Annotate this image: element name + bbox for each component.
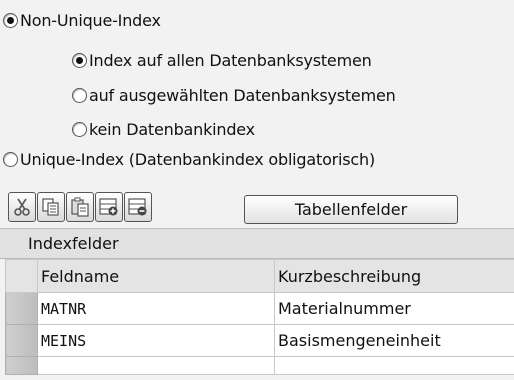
field-name-cell[interactable] [37, 356, 275, 375]
radio-button[interactable] [72, 87, 87, 103]
radio-index-all-db[interactable]: Index auf allen Datenbanksystemen [72, 48, 372, 72]
table-header-row: Feldname Kurzbeschreibung [5, 259, 514, 293]
delete-row-button[interactable] [124, 192, 152, 222]
insert-row-icon [99, 198, 118, 216]
radio-index-selected-db[interactable]: auf ausgewählten Datenbanksystemen [72, 83, 396, 107]
description-cell: Materialnummer [274, 292, 514, 325]
index-fields-table: Feldname Kurzbeschreibung MATNR Material… [5, 259, 514, 375]
radio-label: Unique-Index (Datenbankindex obligatoris… [20, 149, 375, 169]
table-row: MATNR Materialnummer [5, 292, 514, 325]
table-fields-button[interactable]: Tabellenfelder [244, 195, 458, 224]
radio-no-db-index[interactable]: kein Datenbankindex [72, 117, 255, 141]
cut-button[interactable] [8, 192, 36, 222]
paste-button[interactable] [66, 192, 94, 222]
radio-button[interactable] [3, 151, 18, 167]
radio-non-unique-index[interactable]: Non-Unique-Index [3, 8, 161, 32]
paste-icon [71, 197, 89, 217]
field-name-cell[interactable]: MATNR [37, 292, 275, 325]
grid-title: Indexfelder [0, 229, 514, 259]
cut-icon [14, 198, 30, 216]
radio-label: auf ausgewählten Datenbanksystemen [89, 85, 396, 105]
radio-label: Non-Unique-Index [20, 10, 161, 30]
table-row [5, 356, 514, 375]
radio-button-selected[interactable] [3, 12, 18, 28]
column-header-kurzbeschreibung[interactable]: Kurzbeschreibung [274, 259, 514, 293]
copy-icon [42, 198, 59, 216]
grid-toolbar [8, 192, 152, 222]
description-cell: Basismengeneinheit [274, 324, 514, 357]
column-header-feldname[interactable]: Feldname [37, 259, 275, 293]
radio-label: Index auf allen Datenbanksystemen [89, 50, 372, 70]
radio-button-selected[interactable] [72, 52, 87, 68]
table-row: MEINS Basismengeneinheit [5, 324, 514, 357]
field-name-cell[interactable]: MEINS [37, 324, 275, 357]
select-all-cell[interactable] [5, 259, 38, 293]
delete-row-icon [128, 198, 147, 216]
radio-button[interactable] [72, 121, 87, 137]
row-selector[interactable] [5, 292, 38, 325]
row-selector[interactable] [5, 356, 38, 375]
radio-label: kein Datenbankindex [89, 119, 255, 139]
radio-unique-index[interactable]: Unique-Index (Datenbankindex obligatoris… [3, 147, 375, 171]
copy-button[interactable] [37, 192, 65, 222]
row-selector[interactable] [5, 324, 38, 357]
insert-row-button[interactable] [95, 192, 123, 222]
description-cell [274, 356, 514, 375]
